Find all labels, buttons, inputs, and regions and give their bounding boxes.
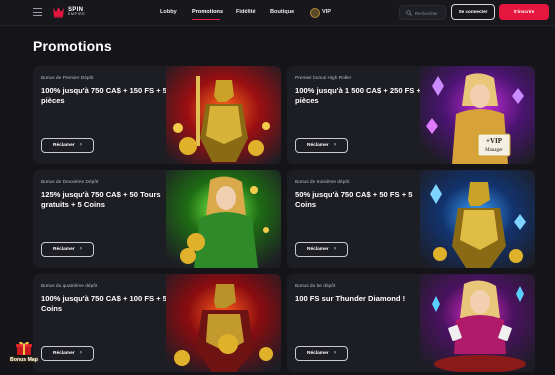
vip-manager-art: +VIP Manager: [420, 66, 535, 164]
nav-vip[interactable]: VIP: [322, 9, 331, 15]
chevron-right-icon: ›: [334, 142, 336, 148]
promo-card: Premier bonus High Roller 100% jusqu'à 1…: [287, 66, 535, 164]
signup-button[interactable]: S'inscrire: [499, 4, 549, 20]
bonus-map-label: Bonus Map: [10, 357, 38, 363]
promo-card: Bonus de troisième dépôt 50% jusqu'à 750…: [287, 170, 535, 268]
active-nav-indicator: [192, 19, 220, 20]
claim-button[interactable]: Réclamer ›: [295, 346, 348, 361]
search-icon: [406, 10, 412, 16]
red-knight-art: [166, 274, 281, 372]
blue-knight-art: [420, 170, 535, 268]
claim-button[interactable]: Réclamer ›: [41, 242, 94, 257]
top-bar: SPIN EMPIRE Lobby Promotions Fidélité Bo…: [0, 0, 555, 26]
claim-label: Réclamer: [53, 351, 75, 356]
card-queen-art: [420, 274, 535, 372]
promo-title: 100% jusqu'à 1 500 CA$ + 250 FS + 30 piè…: [295, 86, 432, 105]
vip-badge-line2: Manager: [485, 148, 503, 153]
page-title: Promotions: [33, 38, 112, 54]
claim-button[interactable]: Réclamer ›: [295, 138, 348, 153]
promo-label: Bonus de Deuxième Dépôt: [41, 180, 99, 185]
promo-title: 100% jusqu'à 750 CA$ + 100 FS + 5 Coins: [41, 294, 167, 313]
logo-line2: EMPIRE: [68, 12, 86, 17]
nav-promotions[interactable]: Promotions: [192, 9, 223, 15]
chevron-right-icon: ›: [334, 350, 336, 356]
nav-fidelite[interactable]: Fidélité: [236, 9, 256, 15]
promo-title: 125% jusqu'à 750 CA$ + 50 Tours gratuits…: [41, 190, 161, 209]
claim-label: Réclamer: [307, 351, 329, 356]
promo-label: Bonus de Premier Dépôt: [41, 76, 94, 81]
promo-card: Bonus du quatrième dépôt 100% jusqu'à 75…: [33, 274, 281, 372]
chevron-right-icon: ›: [334, 246, 336, 252]
promo-label: Bonus du quatrième dépôt: [41, 284, 98, 289]
chevron-right-icon: ›: [80, 350, 82, 356]
vip-icon: [310, 8, 320, 18]
claim-label: Réclamer: [53, 247, 75, 252]
bonus-map-widget[interactable]: Bonus Map: [6, 340, 42, 370]
promo-label: Bonus de troisième dépôt: [295, 180, 350, 185]
logo[interactable]: SPIN EMPIRE: [52, 6, 85, 18]
nav-boutique[interactable]: Boutique: [270, 9, 294, 15]
claim-label: Réclamer: [53, 143, 75, 148]
promo-card: Bonus de Deuxième Dépôt 125% jusqu'à 750…: [33, 170, 281, 268]
crown-icon: [53, 7, 64, 18]
claim-label: Réclamer: [307, 143, 329, 148]
nav-lobby[interactable]: Lobby: [160, 9, 177, 15]
claim-button[interactable]: Réclamer ›: [295, 242, 348, 257]
chevron-right-icon: ›: [80, 246, 82, 252]
search-placeholder: Rechercher: [415, 10, 438, 16]
green-queen-art: [166, 170, 281, 268]
promo-card: Bonus du 5e dépôt 100 FS sur Thunder Dia…: [287, 274, 535, 372]
promo-label: Premier bonus High Roller: [295, 76, 352, 81]
promo-title: 100 FS sur Thunder Diamond !: [295, 294, 406, 303]
claim-label: Réclamer: [307, 247, 329, 252]
menu-icon[interactable]: [33, 8, 42, 16]
login-button[interactable]: Se connecter: [451, 4, 495, 20]
claim-button[interactable]: Réclamer ›: [41, 138, 94, 153]
promo-title: 100% jusqu'à 750 CA$ + 150 FS + 5 pièces: [41, 86, 167, 105]
promo-card: Bonus de Premier Dépôt 100% jusqu'à 750 …: [33, 66, 281, 164]
gift-icon: [16, 341, 32, 355]
promo-label: Bonus du 5e dépôt: [295, 284, 336, 289]
claim-button[interactable]: Réclamer ›: [41, 346, 94, 361]
promo-title: 50% jusqu'à 750 CA$ + 50 FS + 5 Coins: [295, 190, 413, 209]
vip-badge-line1: +VIP: [486, 137, 503, 145]
golden-knight-art: [166, 66, 281, 164]
chevron-right-icon: ›: [80, 142, 82, 148]
search-input[interactable]: Rechercher: [399, 5, 446, 20]
